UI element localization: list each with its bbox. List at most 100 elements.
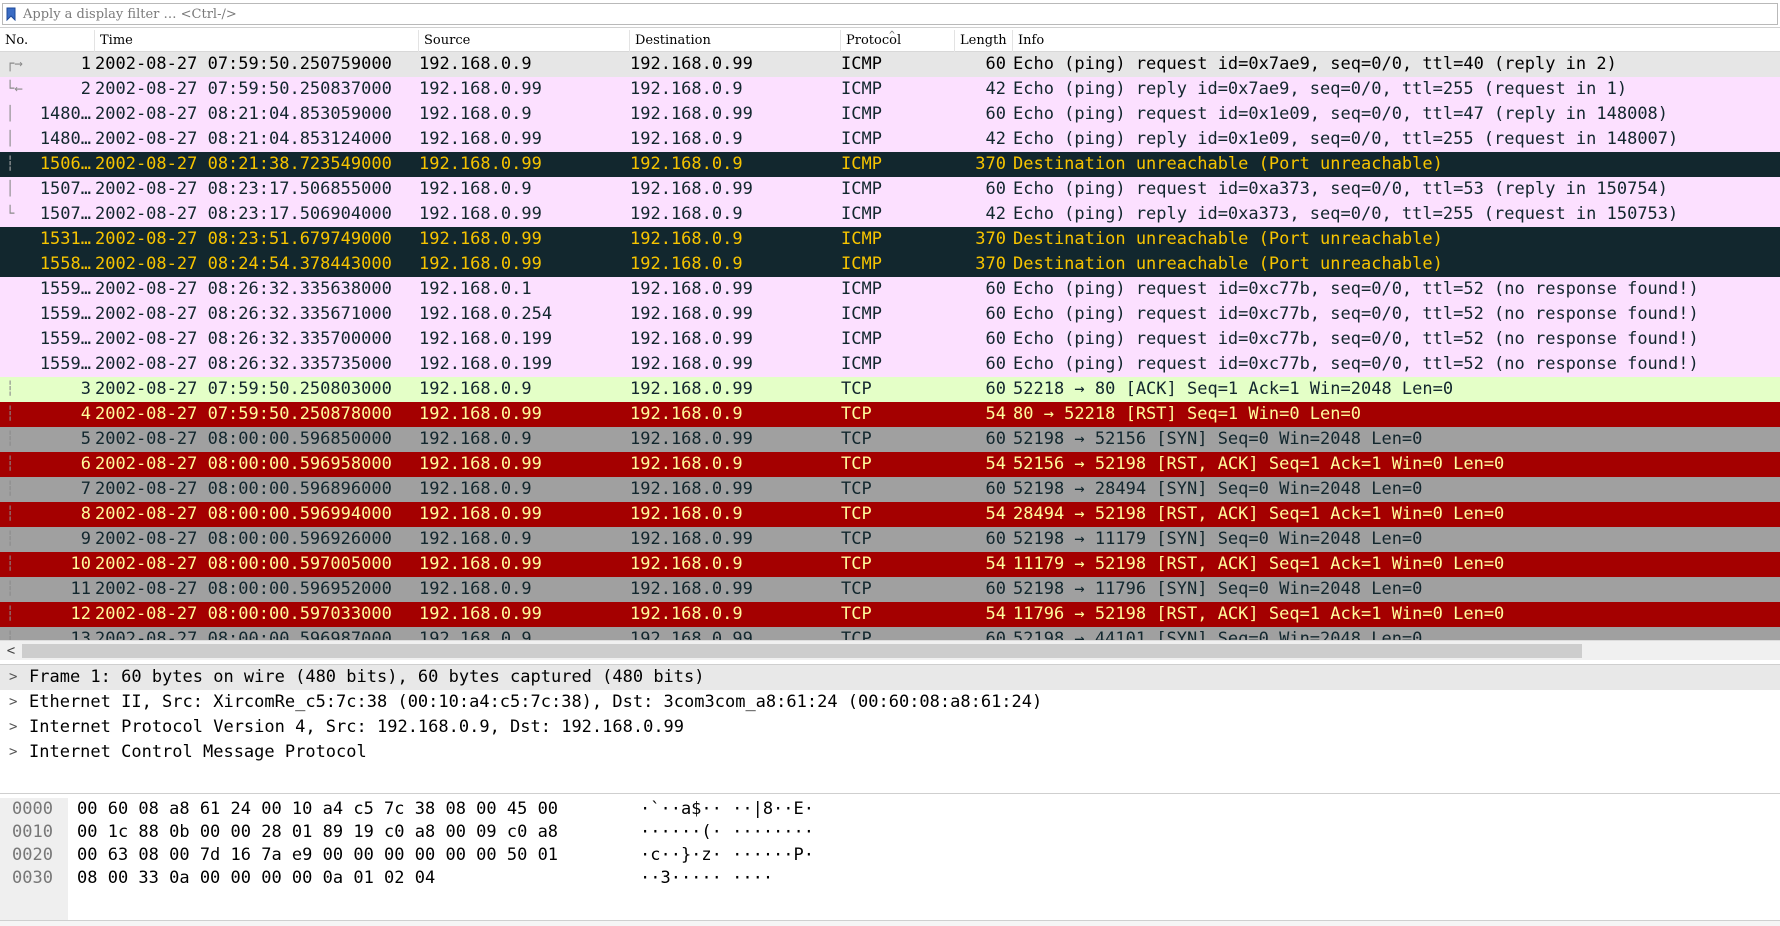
packet-number: 1506…	[39, 154, 91, 174]
column-header-length[interactable]: Length	[955, 30, 1013, 52]
bytes-ascii[interactable]: ·c··}·z· ······P·	[640, 844, 814, 867]
column-header-destination[interactable]: Destination	[630, 30, 841, 52]
column-header-info[interactable]: Info	[1013, 30, 1780, 52]
packet-number: 1480…	[39, 104, 91, 124]
details-frame-row[interactable]: > Frame 1: 60 bytes on wire (480 bits), …	[0, 665, 1780, 690]
packet-source: 192.168.0.9	[419, 379, 532, 399]
packet-destination: 192.168.0.9	[630, 504, 743, 524]
packet-list-hscrollbar[interactable]: <	[0, 640, 1780, 660]
hscroll-thumb[interactable]	[22, 644, 1582, 658]
column-header-source[interactable]: Source	[419, 30, 630, 52]
packet-row[interactable]: ┆ 5 2002-08-27 08:00:00.596850000 192.168.0…	[0, 427, 1780, 452]
packet-row[interactable]: │ 1507… 2002-08-27 08:23:17.506855000 192.1…	[0, 177, 1780, 202]
packet-destination: 192.168.0.99	[630, 54, 753, 74]
packet-row[interactable]: ┆ 13 2002-08-27 08:00:00.596987000 192.168.…	[0, 627, 1780, 640]
packet-time: 2002-08-27 08:00:00.596850000	[95, 429, 392, 449]
column-header-protocol[interactable]: Protocol	[841, 30, 955, 52]
packet-time: 2002-08-27 08:00:00.596926000	[95, 529, 392, 549]
display-filter-input[interactable]: Apply a display filter … <Ctrl-/>	[2, 3, 1778, 25]
packet-protocol: ICMP	[841, 79, 882, 99]
packet-row[interactable]: ┆ 1506… 2002-08-27 08:21:38.723549000 192.1…	[0, 152, 1780, 177]
packet-protocol: ICMP	[841, 204, 882, 224]
packet-protocol: ICMP	[841, 229, 882, 249]
packet-time: 2002-08-27 08:24:54.378443000	[95, 254, 392, 274]
packet-row[interactable]: ┆ 9 2002-08-27 08:00:00.596926000 192.168.0…	[0, 527, 1780, 552]
bytes-hex[interactable]: 00 1c 88 0b 00 00 28 01 89 19 c0 a8 00 0…	[77, 821, 558, 844]
packet-details-pane: > Frame 1: 60 bytes on wire (480 bits), …	[0, 664, 1780, 794]
packet-row[interactable]: ┆ 12 2002-08-27 08:00:00.597033000 192.168.…	[0, 602, 1780, 627]
packet-destination: 192.168.0.99	[630, 104, 753, 124]
packet-row[interactable]: ┆ 4 2002-08-27 07:59:50.250878000 192.168.0…	[0, 402, 1780, 427]
packet-destination: 192.168.0.9	[630, 204, 743, 224]
packet-source: 192.168.0.9	[419, 104, 532, 124]
bookmark-icon[interactable]	[3, 4, 19, 24]
packet-row[interactable]: ┆ 11 2002-08-27 08:00:00.596952000 192.168.…	[0, 577, 1780, 602]
packet-number: 6	[80, 454, 91, 474]
packet-source: 192.168.0.99	[419, 554, 542, 574]
packet-length: 60	[985, 354, 1006, 374]
packet-source: 192.168.0.9	[419, 54, 532, 74]
packet-number: 1480…	[39, 129, 91, 149]
bytes-hex[interactable]: 00 63 08 00 7d 16 7a e9 00 00 00 00 00 0…	[77, 844, 558, 867]
packet-info: Echo (ping) reply id=0x1e09, seq=0/0, tt…	[1013, 129, 1679, 149]
packet-time: 2002-08-27 08:26:32.335735000	[95, 354, 392, 374]
column-header-no[interactable]: No.	[0, 30, 95, 52]
packet-row[interactable]: ┆ 6 2002-08-27 08:00:00.596958000 192.168.0…	[0, 452, 1780, 477]
packet-row[interactable]: 1559… 2002-08-27 08:26:32.335671000 192.16…	[0, 302, 1780, 327]
packet-row[interactable]: 1558… 2002-08-27 08:24:54.378443000 192.16…	[0, 252, 1780, 277]
packet-length: 60	[985, 629, 1006, 640]
bytes-hex[interactable]: 08 00 33 0a 00 00 00 00 0a 01 02 04	[77, 867, 435, 890]
bytes-offset: 0010	[12, 822, 53, 842]
packet-info: Destination unreachable (Port unreachabl…	[1013, 254, 1443, 274]
packet-info: Echo (ping) reply id=0x7ae9, seq=0/0, tt…	[1013, 79, 1628, 99]
packet-length: 60	[985, 104, 1006, 124]
packet-source: 192.168.0.99	[419, 229, 542, 249]
sort-ascending-icon: ^	[889, 30, 896, 41]
expand-arrow-icon[interactable]: >	[9, 665, 17, 690]
scroll-left-icon[interactable]: <	[0, 641, 22, 661]
packet-length: 60	[985, 379, 1006, 399]
packet-row[interactable]: 1531… 2002-08-27 08:23:51.679749000 192.16…	[0, 227, 1780, 252]
column-header-time[interactable]: Time	[95, 30, 419, 52]
bytes-ascii[interactable]: ······(· ········	[640, 821, 814, 844]
packet-row[interactable]: ┆ 10 2002-08-27 08:00:00.597005000 192.168.…	[0, 552, 1780, 577]
bytes-hex[interactable]: 00 60 08 a8 61 24 00 10 a4 c5 7c 38 08 0…	[77, 798, 558, 821]
packet-number: 2	[80, 79, 91, 99]
packet-row[interactable]: └ 1507… 2002-08-27 08:23:17.506904000 192.1…	[0, 202, 1780, 227]
packet-row[interactable]: ┆ 7 2002-08-27 08:00:00.596896000 192.168.0…	[0, 477, 1780, 502]
status-divider	[0, 920, 1780, 926]
bytes-ascii[interactable]: ·`··a$·· ··|8··E·	[640, 798, 814, 821]
packet-number: 13	[70, 629, 91, 640]
packet-number: 1558…	[39, 254, 91, 274]
packet-info: Echo (ping) request id=0x1e09, seq=0/0, …	[1013, 104, 1669, 124]
packet-length: 60	[985, 304, 1006, 324]
details-icmp-row[interactable]: > Internet Control Message Protocol	[0, 740, 1780, 765]
bytes-ascii[interactable]: ··3····· ····	[640, 867, 773, 890]
packet-row[interactable]: │ 1480… 2002-08-27 08:21:04.853124000 192.1…	[0, 127, 1780, 152]
packet-row[interactable]: 1559… 2002-08-27 08:26:32.335735000 192.16…	[0, 352, 1780, 377]
packet-row[interactable]: ┆ 8 2002-08-27 08:00:00.596994000 192.168.0…	[0, 502, 1780, 527]
expand-arrow-icon[interactable]: >	[9, 715, 17, 740]
packet-row[interactable]: 1559… 2002-08-27 08:26:32.335700000 192.16…	[0, 327, 1780, 352]
packet-row[interactable]: └← 2 2002-08-27 07:59:50.250837000 192.168.…	[0, 77, 1780, 102]
packet-row[interactable]: │ 1480… 2002-08-27 08:21:04.853059000 192.1…	[0, 102, 1780, 127]
packet-info: 52198 → 11179 [SYN] Seq=0 Win=2048 Len=0	[1013, 529, 1423, 549]
packet-length: 370	[975, 154, 1006, 174]
packet-rows: ┌→ 1 2002-08-27 07:59:50.250759000 192.168.…	[0, 52, 1780, 640]
packet-info: 52156 → 52198 [RST, ACK] Seq=1 Ack=1 Win…	[1013, 454, 1505, 474]
expand-arrow-icon[interactable]: >	[9, 690, 17, 715]
packet-destination: 192.168.0.9	[630, 604, 743, 624]
packet-protocol: ICMP	[841, 104, 882, 124]
packet-row[interactable]: ┌→ 1 2002-08-27 07:59:50.250759000 192.168.…	[0, 52, 1780, 77]
packet-length: 60	[985, 479, 1006, 499]
packet-row[interactable]: ┆ 3 2002-08-27 07:59:50.250803000 192.168.0…	[0, 377, 1780, 402]
packet-row[interactable]: 1559… 2002-08-27 08:26:32.335638000 192.16…	[0, 277, 1780, 302]
bytes-offset: 0030	[12, 868, 53, 888]
packet-destination: 192.168.0.9	[630, 229, 743, 249]
details-ethernet-row[interactable]: > Ethernet II, Src: XircomRe_c5:7c:38 (0…	[0, 690, 1780, 715]
expand-arrow-icon[interactable]: >	[9, 740, 17, 765]
packet-number: 1559…	[39, 304, 91, 324]
packet-info: 52198 → 44101 [SYN] Seq=0 Win=2048 Len=0	[1013, 629, 1423, 640]
details-ip-row[interactable]: > Internet Protocol Version 4, Src: 192.…	[0, 715, 1780, 740]
packet-time: 2002-08-27 08:23:17.506904000	[95, 204, 392, 224]
